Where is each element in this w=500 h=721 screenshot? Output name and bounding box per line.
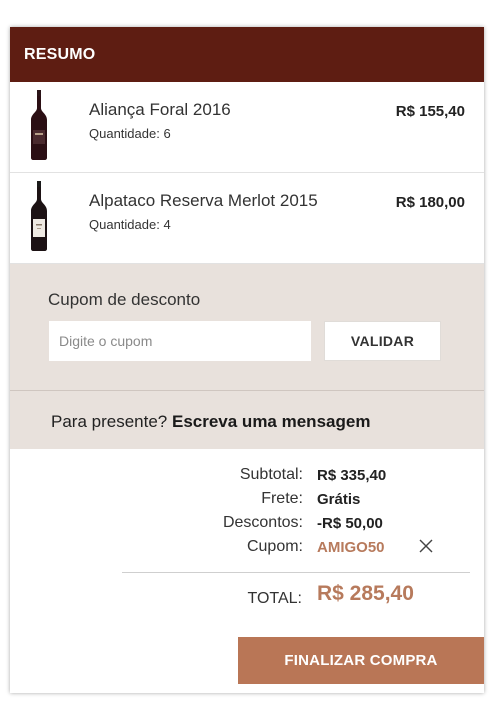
- item-price: R$ 155,40: [395, 103, 465, 120]
- item-name: Alpataco Reserva Merlot 2015: [89, 191, 318, 210]
- item-price: R$ 180,00: [395, 194, 465, 211]
- coupon-input[interactable]: [49, 321, 311, 361]
- coupon-applied-label: Cupom:: [246, 538, 303, 555]
- validate-coupon-button[interactable]: VALIDAR: [324, 321, 441, 361]
- summary-title: RESUMO: [24, 45, 96, 63]
- wine-bottle-icon: [31, 181, 47, 251]
- totals-section: Subtotal: R$ 335,40 Frete: Grátis Descon…: [10, 449, 484, 721]
- shipping-label: Frete:: [261, 490, 303, 507]
- totals-divider: [122, 572, 470, 573]
- coupon-section: Cupom de desconto VALIDAR: [10, 264, 484, 391]
- wine-bottle-icon: [31, 90, 47, 160]
- gift-section: Para presente? Escreva uma mensagem: [10, 391, 484, 449]
- shipping-value: Grátis: [317, 491, 361, 508]
- remove-coupon-icon[interactable]: [416, 536, 436, 556]
- checkout-button[interactable]: FINALIZAR COMPRA: [238, 637, 484, 684]
- cart-item: Alpataco Reserva Merlot 2015 Quantidade:…: [10, 173, 484, 264]
- gift-question: Para presente?: [51, 412, 168, 431]
- discount-label: Descontos:: [222, 514, 303, 531]
- coupon-label: Cupom de desconto: [48, 290, 201, 309]
- item-quantity: Quantidade: 4: [89, 217, 171, 232]
- subtotal-value: R$ 335,40: [317, 467, 387, 484]
- subtotal-label: Subtotal:: [239, 466, 303, 483]
- write-message-link[interactable]: Escreva uma mensagem: [172, 412, 370, 431]
- item-name: Aliança Foral 2016: [89, 100, 231, 119]
- cart-item: Aliança Foral 2016 Quantidade: 6 R$ 155,…: [10, 82, 484, 173]
- total-label: TOTAL:: [247, 590, 302, 607]
- discount-value: -R$ 50,00: [317, 515, 383, 532]
- total-value: R$ 285,40: [317, 582, 414, 605]
- item-quantity: Quantidade: 6: [89, 126, 171, 141]
- coupon-code: AMIGO50: [317, 539, 385, 556]
- gift-prompt: Para presente? Escreva uma mensagem: [51, 412, 370, 432]
- order-summary-card: RESUMO Aliança Foral 2016 Quantidade: 6 …: [10, 27, 484, 693]
- summary-header: RESUMO: [10, 27, 484, 82]
